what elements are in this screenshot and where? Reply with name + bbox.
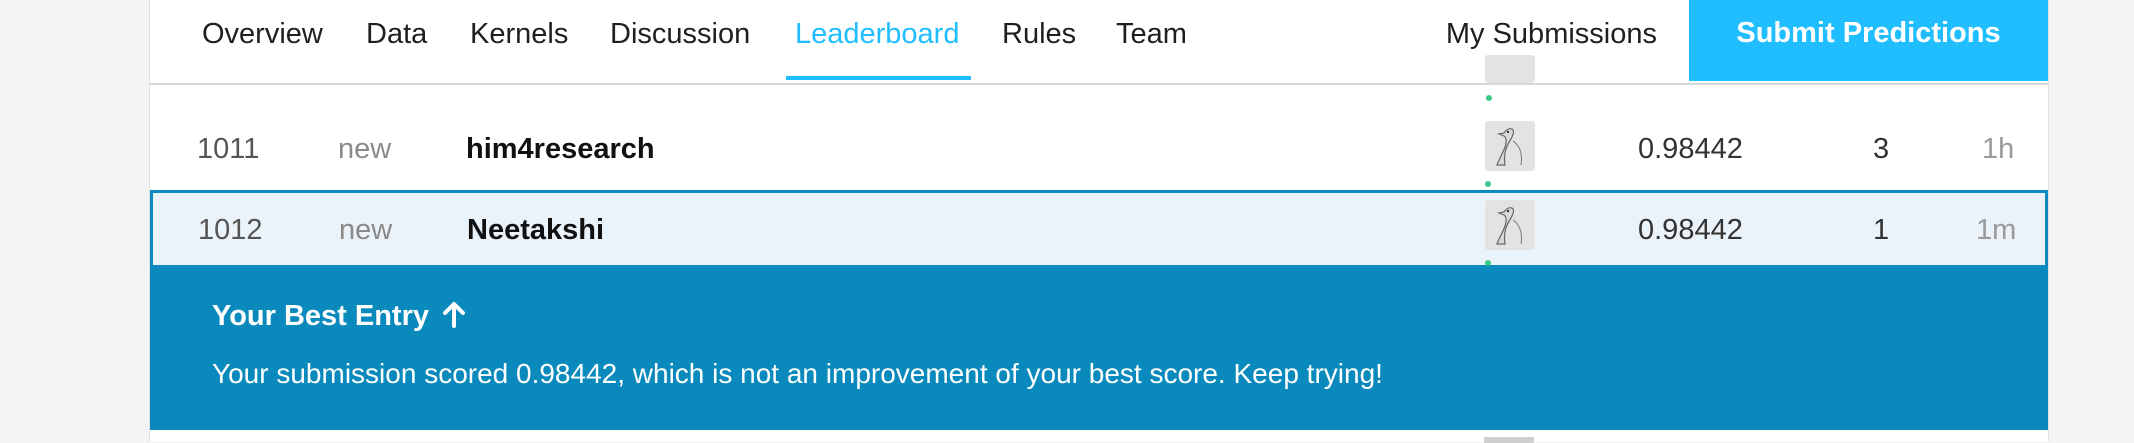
team-name-link[interactable]: him4research [466,108,655,190]
team-name-link[interactable]: Neetakshi [467,193,604,267]
change-cell: new [339,214,393,246]
status-dot [1485,181,1491,187]
goose-avatar-icon [1496,207,1522,245]
entries-cell: 1 [1873,214,1890,246]
last-submission-cell: 1h [1982,133,2015,165]
my-submissions-link[interactable]: My Submissions [1446,0,1657,83]
next-row-partial [150,430,2048,442]
avatar[interactable] [1485,121,1535,171]
submit-predictions-button[interactable]: Submit Predictions [1689,0,2048,81]
avatar[interactable] [1485,200,1535,250]
tab-rules[interactable]: Rules [1002,0,1076,83]
table-row[interactable]: 1011 new him4research 0.98442 3 1h [150,108,2048,191]
avatar [1485,55,1535,83]
rank-cell: 1012 [198,214,263,246]
competition-panel: Overview Data Kernels Discussion Leaderb… [149,0,2049,443]
tab-overview[interactable]: Overview [202,0,323,83]
status-dot [1485,260,1491,266]
goose-avatar-icon [1496,128,1522,166]
arrow-up-icon [443,302,466,328]
tab-discussion[interactable]: Discussion [610,0,750,83]
tab-kernels[interactable]: Kernels [470,0,568,83]
tab-team[interactable]: Team [1116,0,1187,83]
table-row-own[interactable]: 1012 new Neetakshi 0.98442 1 1m [150,190,2048,268]
best-entry-banner: Your Best Entry Your submission scored 0… [150,268,2048,430]
rank-cell: 1011 [197,133,260,165]
best-entry-title-text: Your Best Entry [212,300,430,332]
last-submission-cell: 1m [1976,214,2017,246]
competition-nav: Overview Data Kernels Discussion Leaderb… [150,0,2048,85]
avatar [1484,437,1534,443]
score-cell: 0.98442 [1638,133,1743,165]
status-dot [1486,95,1492,101]
tab-leaderboard[interactable]: Leaderboard [795,0,959,83]
score-cell: 0.98442 [1638,214,1743,246]
change-cell: new [338,133,392,165]
entries-cell: 3 [1873,133,1890,165]
best-entry-message: Your submission scored 0.98442, which is… [212,358,1383,389]
best-entry-title: Your Best Entry [212,300,467,333]
active-tab-indicator [786,76,971,80]
tab-data[interactable]: Data [366,0,427,83]
table-row-partial [150,55,2048,109]
